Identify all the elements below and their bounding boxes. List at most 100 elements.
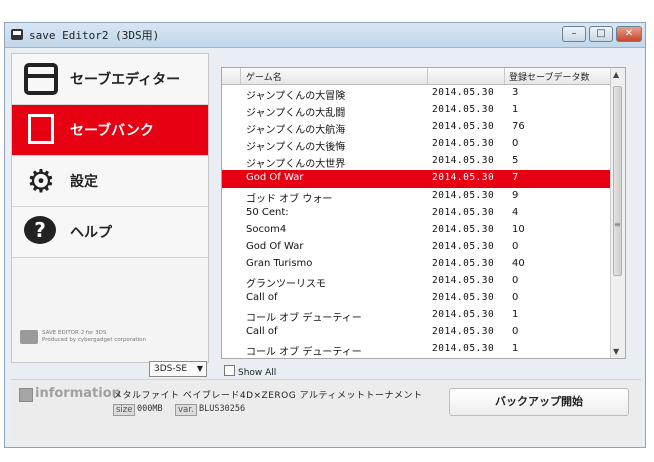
save-count-cell: 1	[512, 104, 519, 116]
column-header-count[interactable]: 登録セーブデータ数	[509, 70, 589, 83]
game-name-cell: Gran Turismo	[246, 257, 313, 269]
sidebar-item-save-bank[interactable]: セーブバンク	[12, 105, 208, 156]
save-bank-icon	[28, 114, 54, 144]
chevron-down-icon: ▼	[196, 364, 203, 373]
scroll-thumb[interactable]	[613, 86, 622, 276]
table-header: ゲーム名 登録セーブデータ数	[222, 68, 612, 85]
gear-icon: ⚙	[26, 162, 56, 200]
table-row[interactable]: God Of War 2014.05.30 0	[222, 239, 612, 256]
date-cell: 2014.05.30	[432, 206, 495, 218]
information-panel: information メタルファイト ベイブレード4D×ZEROG アルティメ…	[11, 379, 641, 442]
save-count-cell: 0	[512, 138, 519, 150]
table-row[interactable]: ゴッド オブ ウォー 2014.05.30 9	[222, 188, 612, 205]
table-row[interactable]: コール オブ デューティー 2014.05.30 1	[222, 307, 612, 324]
date-cell: 2014.05.30	[432, 292, 495, 304]
game-name-cell: ジャンプくんの大後悔	[246, 142, 346, 154]
sidebar-item-save-editor[interactable]: セーブエディター	[12, 54, 208, 105]
save-count-cell: 0	[512, 292, 519, 304]
sidebar: セーブエディター セーブバンク ⚙ 設定 ? ヘルプ SAVE EDITOR 2…	[11, 53, 209, 363]
table-row[interactable]: Call of 2014.05.30 0	[222, 324, 612, 341]
save-count-cell: 0	[512, 240, 519, 252]
brand-line-1: SAVE EDITOR 2 for 3DS	[42, 330, 107, 336]
column-separator	[504, 68, 505, 84]
device-select[interactable]: 3DS-SE ▼	[149, 361, 207, 377]
table-row[interactable]: グランツーリスモ 2014.05.30 0	[222, 273, 612, 290]
game-name-cell: 50 Cent:	[246, 206, 289, 218]
save-count-cell: 10	[512, 223, 525, 235]
title-bar[interactable]: save Editor2 (3DS用) – □ ✕	[5, 23, 645, 48]
var-value: BLUS30256	[199, 404, 246, 414]
game-name-cell: Call of	[246, 326, 278, 338]
save-count-cell: 3	[512, 87, 519, 98]
brand-line-2: Produced by cybergadget corporation	[42, 337, 146, 343]
date-cell: 2014.05.30	[432, 275, 495, 287]
date-cell: 2014.05.30	[432, 343, 495, 355]
save-count-cell: 76	[512, 121, 525, 133]
save-count-cell: 0	[512, 275, 519, 287]
column-separator	[240, 68, 241, 84]
game-name-cell: God Of War	[246, 172, 304, 184]
game-name-cell: グランツーリスモ	[246, 279, 326, 291]
show-all-label: Show All	[238, 368, 277, 378]
sidebar-item-help[interactable]: ? ヘルプ	[12, 207, 208, 258]
maximize-button[interactable]: □	[589, 26, 613, 42]
date-cell: 2014.05.30	[432, 240, 495, 252]
scroll-down-icon[interactable]: ▼	[613, 347, 619, 356]
checkbox-icon[interactable]	[224, 365, 235, 376]
table-row[interactable]: Gran Turismo 2014.05.30 40	[222, 256, 612, 273]
table-row[interactable]: コール オブ デューティー 2014.05.30 1	[222, 341, 612, 358]
column-header-name[interactable]: ゲーム名	[246, 70, 282, 83]
table-row[interactable]: Call of 2014.05.30 0	[222, 290, 612, 307]
date-cell: 2014.05.30	[432, 121, 495, 133]
game-name-cell: Socom4	[246, 223, 287, 235]
information-icon	[19, 388, 33, 402]
sidebar-item-settings[interactable]: ⚙ 設定	[12, 156, 208, 207]
save-count-cell: 5	[512, 155, 519, 167]
sidebar-item-label: 設定	[70, 174, 98, 190]
table-row[interactable]: ジャンプくんの大航海 2014.05.30 76	[222, 119, 612, 136]
device-select-value: 3DS-SE	[154, 364, 188, 374]
app-window: save Editor2 (3DS用) – □ ✕ セーブエディター セーブバン…	[4, 22, 646, 448]
sidebar-item-label: セーブバンク	[70, 123, 154, 139]
scroll-up-icon[interactable]: ▲	[613, 70, 619, 79]
table-row[interactable]: ジャンプくんの大冒険 2014.05.30 3	[222, 85, 612, 102]
game-name-cell: ジャンプくんの大航海	[246, 125, 346, 137]
date-cell: 2014.05.30	[432, 309, 495, 321]
save-editor-icon	[24, 63, 58, 95]
window-title: save Editor2 (3DS用)	[29, 29, 160, 42]
show-all-checkbox[interactable]: Show All	[224, 365, 276, 378]
game-name-cell: God Of War	[246, 240, 304, 252]
date-cell: 2014.05.30	[432, 104, 495, 116]
size-value: 000MB	[137, 404, 163, 414]
app-icon	[11, 29, 23, 40]
list-scrollbar[interactable]: ▲ ≡ ▼	[610, 68, 625, 358]
brand-logo	[20, 330, 38, 344]
table-row[interactable]: 50 Cent: 2014.05.30 4	[222, 205, 612, 222]
var-tag: var.	[175, 404, 197, 416]
information-label: information	[35, 386, 121, 401]
start-backup-button[interactable]: バックアップ開始	[449, 388, 629, 416]
table-row[interactable]: ジャンプくんの大世界 2014.05.30 5	[222, 153, 612, 170]
game-name-cell: コール オブ デューティー	[246, 347, 362, 359]
game-list: ゲーム名 登録セーブデータ数 ジャンプくんの大冒険 2014.05.30 3 ジャンプ…	[221, 67, 626, 359]
table-row[interactable]: ジャンプくんの大後悔 2014.05.30 0	[222, 136, 612, 153]
table-row[interactable]: ジャンプくんの大乱闘 2014.05.30 1	[222, 102, 612, 119]
sidebar-item-label: ヘルプ	[70, 225, 112, 241]
minimize-button[interactable]: –	[562, 26, 586, 42]
save-count-cell: 7	[512, 172, 519, 184]
brand-text: SAVE EDITOR 2 for 3DS Produced by cyberg…	[42, 330, 146, 344]
close-button[interactable]: ✕	[616, 26, 642, 42]
game-name-cell: ジャンプくんの大乱闘	[246, 108, 346, 120]
table-body: ジャンプくんの大冒険 2014.05.30 3 ジャンプくんの大乱闘 2014.05.3…	[222, 85, 612, 358]
selected-game-title: メタルファイト ベイブレード4D×ZEROG アルティメットトーナメント	[113, 391, 423, 401]
sidebar-item-label: セーブエディター	[70, 72, 181, 88]
table-row[interactable]: Socom4 2014.05.30 10	[222, 222, 612, 239]
table-row[interactable]: God Of War 2014.05.30 7	[222, 170, 612, 188]
column-separator	[427, 68, 428, 84]
save-count-cell: 40	[512, 257, 525, 269]
date-cell: 2014.05.30	[432, 87, 495, 98]
date-cell: 2014.05.30	[432, 189, 495, 201]
date-cell: 2014.05.30	[432, 138, 495, 150]
save-count-cell: 9	[512, 189, 519, 201]
game-name-cell: ジャンプくんの大世界	[246, 159, 346, 171]
